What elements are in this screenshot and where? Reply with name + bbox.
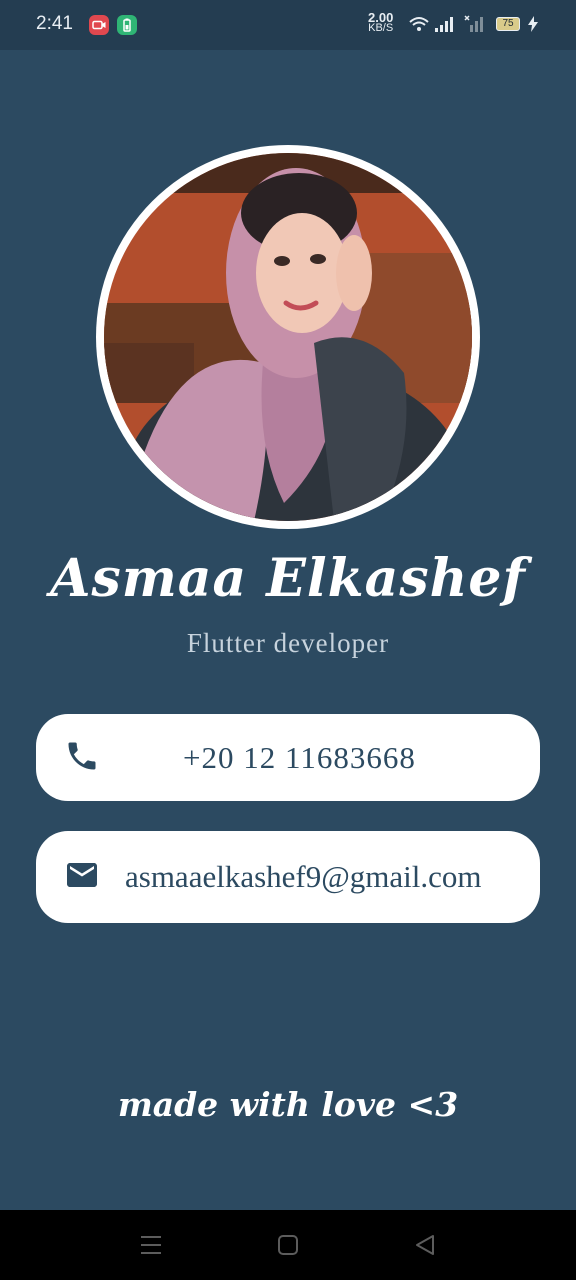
home-square-icon[interactable] [275, 1232, 301, 1262]
profile-title: Flutter developer [186, 628, 390, 658]
profile-avatar [96, 145, 480, 529]
status-bar: 2:41 2.00 KB/S 75 [0, 0, 576, 50]
email-address: asmaaelkashef9@gmail.com [125, 859, 482, 894]
profile-photo [104, 153, 472, 521]
wifi-icon [408, 15, 430, 37]
signal-icon [434, 15, 456, 37]
navigation-bar [0, 1210, 576, 1280]
network-speed-unit: KB/S [368, 22, 394, 34]
phone-icon [64, 738, 100, 778]
screen-record-icon [89, 15, 109, 35]
menu-icon[interactable] [138, 1232, 164, 1262]
back-triangle-icon[interactable] [412, 1232, 438, 1262]
charging-icon [526, 15, 540, 37]
phone-card[interactable]: +20 12 11683668 [36, 714, 540, 801]
battery-saver-icon [117, 15, 137, 35]
footer-text: made with love <3 [117, 1085, 459, 1124]
phone-number: +20 12 11683668 [183, 739, 416, 775]
profile-name: Asmaa Elkashef [50, 548, 526, 609]
signal-no-service-icon [464, 15, 486, 37]
email-card[interactable]: asmaaelkashef9@gmail.com [36, 831, 540, 923]
network-speed: 2.00 KB/S [368, 11, 394, 34]
status-time: 2:41 [36, 13, 73, 34]
mail-icon [64, 857, 100, 897]
battery-indicator: 75 [496, 17, 520, 31]
